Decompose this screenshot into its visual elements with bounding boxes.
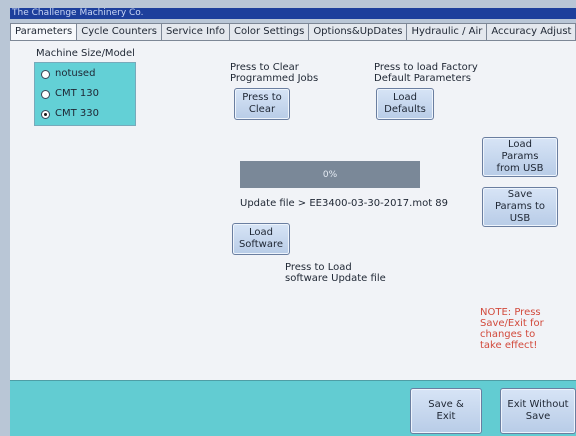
save-exit-button[interactable]: Save & Exit [410,388,482,434]
clear-jobs-description: Press to Clear Programmed Jobs [230,62,319,84]
radio-icon[interactable] [41,69,50,79]
tab-accuracy-adjust[interactable]: Accuracy Adjust [486,23,576,41]
tab-bar: Parameters Cycle Counters Service Info C… [10,23,576,41]
tab-hydraulic-air[interactable]: Hydraulic / Air [406,23,488,41]
update-file-label: Update file > EE3400-03-30-2017.mot 89 [240,198,449,209]
save-exit-note: NOTE: Press Save/Exit for changes to tak… [480,307,544,351]
radio-label: CMT 330 [55,108,99,119]
tab-parameters[interactable]: Parameters [10,23,78,41]
load-defaults-button[interactable]: Load Defaults [376,88,434,120]
radio-option-cmt330[interactable]: CMT 330 [41,107,99,121]
update-progress-bar: 0% [240,161,420,188]
progress-text: 0% [322,169,338,180]
save-params-usb-label: Save Params to USB [494,189,546,224]
radio-label: CMT 130 [55,88,99,99]
exit-without-save-label: Exit Without Save [507,399,569,422]
load-software-button[interactable]: Load Software [232,223,290,255]
exit-without-save-button[interactable]: Exit Without Save [500,388,576,434]
save-params-usb-button[interactable]: Save Params to USB [482,187,558,227]
load-params-usb-label: Load Params from USB [496,139,544,174]
load-params-usb-button[interactable]: Load Params from USB [482,137,558,177]
clear-jobs-button-label: Press to Clear [242,92,282,115]
radio-checked-icon[interactable] [41,109,50,119]
app-title: The Challenge Machinery Co. [12,8,144,18]
radio-option-cmt130[interactable]: CMT 130 [41,87,99,101]
tab-color-settings[interactable]: Color Settings [229,23,310,41]
load-software-button-label: Load Software [238,227,284,250]
bottom-bar: Save & Exit Exit Without Save [10,380,576,436]
tab-options-updates[interactable]: Options&UpDates [308,23,408,41]
machine-model-group: notused CMT 130 CMT 330 [34,62,136,126]
tab-service-info[interactable]: Service Info [160,23,230,41]
clear-jobs-button[interactable]: Press to Clear [234,88,290,120]
machine-size-label: Machine Size/Model [36,48,135,59]
tab-cycle-counters[interactable]: Cycle Counters [76,23,162,41]
radio-icon[interactable] [41,89,50,99]
factory-defaults-description: Press to load Factory Default Parameters [374,62,478,84]
load-defaults-button-label: Load Defaults [384,92,426,115]
radio-label: notused [55,68,96,79]
save-exit-label: Save & Exit [428,399,464,422]
radio-option-notused[interactable]: notused [41,67,95,81]
app-title-bar: The Challenge Machinery Co. [10,8,576,19]
load-software-description: Press to Load software Update file [285,262,386,284]
parameters-panel: Machine Size/Model notused CMT 130 CMT 3… [10,40,576,381]
